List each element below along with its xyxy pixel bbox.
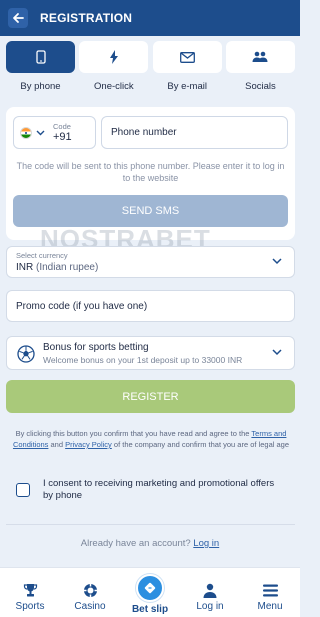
header-bar: REGISTRATION: [0, 0, 300, 36]
code-label: Code: [53, 122, 71, 131]
register-button[interactable]: REGISTER: [6, 380, 295, 413]
hamburger-icon: [262, 584, 278, 596]
currency-select[interactable]: Select currency INR (Indian rupee): [6, 246, 295, 278]
currency-value: INR (Indian rupee): [16, 262, 98, 273]
currency-label: Select currency: [16, 251, 68, 260]
country-code-select[interactable]: Code +91: [13, 116, 96, 149]
nav-label: Log in: [196, 601, 224, 612]
nav-label: Menu: [257, 601, 283, 612]
tab-by-email[interactable]: By e-mail: [152, 41, 222, 92]
send-sms-button[interactable]: SEND SMS: [13, 195, 288, 227]
page-title: REGISTRATION: [40, 11, 133, 25]
people-icon: [252, 51, 268, 62]
privacy-policy-link[interactable]: Privacy Policy: [65, 440, 112, 449]
divider: [6, 524, 295, 525]
bonus-description: Welcome bonus on your 1st deposit up to …: [43, 355, 243, 365]
registration-tabs: By phone One-click By e-mail Socials: [6, 41, 295, 92]
casino-chip-icon: [83, 583, 97, 597]
promo-code-input[interactable]: [6, 290, 295, 322]
phone-icon: [35, 50, 46, 64]
bonus-title: Bonus for sports betting: [43, 342, 149, 353]
envelope-icon: [179, 51, 195, 63]
nav-label: Casino: [74, 601, 106, 612]
bottom-navigation: Sports Casino Bet slip Log in Menu: [0, 567, 300, 617]
login-link[interactable]: Log in: [193, 538, 219, 549]
currency-code: INR: [16, 262, 34, 273]
ticket-icon: [144, 582, 156, 594]
terms-text: By clicking this button you confirm that…: [8, 428, 294, 450]
nav-label: Sports: [15, 601, 45, 612]
trophy-icon: [23, 583, 37, 596]
user-icon: [203, 583, 217, 598]
sms-hint-text: The code will be sent to this phone numb…: [16, 161, 285, 183]
chevron-down-icon: [272, 257, 282, 268]
tab-label: By e-mail: [167, 81, 207, 92]
arrow-left-icon: [13, 13, 24, 23]
tab-label: By phone: [20, 81, 61, 92]
nav-menu[interactable]: Menu: [242, 582, 298, 612]
nav-log-in[interactable]: Log in: [182, 582, 238, 612]
login-prompt-text: Already have an account?: [80, 538, 191, 549]
terms-text-2: and: [50, 440, 64, 449]
tab-one-click[interactable]: One-click: [79, 41, 149, 92]
marketing-consent: I consent to receiving marketing and pro…: [6, 468, 295, 520]
india-flag-icon: [20, 126, 32, 139]
terms-text-3: of the company and confirm that you are …: [113, 440, 290, 449]
back-button[interactable]: [8, 8, 28, 28]
nav-bet-slip[interactable]: Bet slip: [122, 574, 178, 615]
tab-label: Socials: [245, 81, 276, 92]
login-prompt: Already have an account? Log in: [0, 538, 300, 549]
tab-socials[interactable]: Socials: [225, 41, 295, 92]
lightning-icon: [109, 50, 118, 64]
code-value: +91: [53, 131, 72, 143]
nav-casino[interactable]: Casino: [62, 582, 118, 612]
nav-sports[interactable]: Sports: [2, 582, 58, 612]
phone-number-input[interactable]: [101, 116, 288, 149]
bonus-select[interactable]: Bonus for sports betting Welcome bonus o…: [6, 336, 295, 370]
soccer-ball-icon: [17, 345, 35, 363]
chevron-down-icon: [36, 128, 45, 138]
terms-text-1: By clicking this button you confirm that…: [15, 429, 250, 438]
consent-label: I consent to receiving marketing and pro…: [43, 478, 275, 501]
nav-label: Bet slip: [131, 604, 169, 615]
consent-checkbox[interactable]: [16, 483, 30, 497]
phone-form-card: Code +91 The code will be sent to this p…: [6, 107, 295, 240]
currency-name: (Indian rupee): [36, 262, 99, 273]
tab-by-phone[interactable]: By phone: [6, 41, 75, 92]
chevron-down-icon: [272, 348, 282, 359]
tab-label: One-click: [94, 81, 134, 92]
